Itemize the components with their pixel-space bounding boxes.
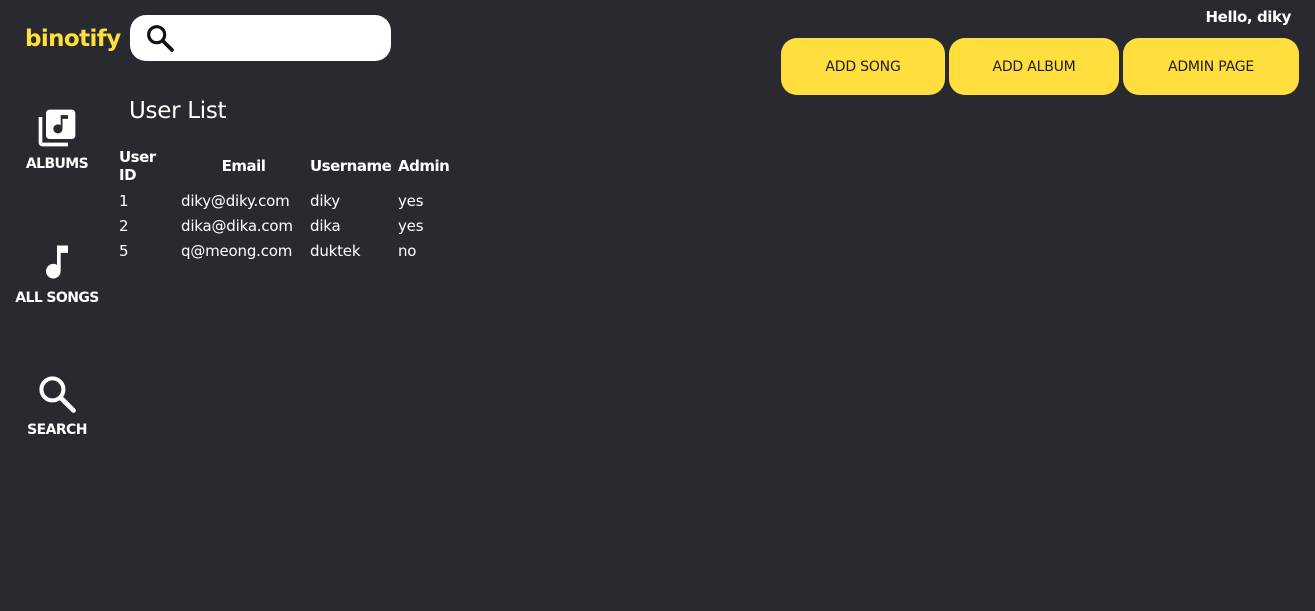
cell-admin: no (398, 242, 417, 260)
sidebar-item-search[interactable]: SEARCH (2, 372, 112, 438)
logo[interactable]: binotify (25, 26, 121, 52)
cell-username: diky (310, 192, 340, 210)
sidebar-item-label: ALBUMS (25, 156, 89, 172)
column-header-email: Email (221, 157, 266, 175)
column-header-admin: Admin (398, 157, 450, 175)
cell-admin: yes (398, 192, 424, 210)
cell-username: duktek (310, 242, 361, 260)
search-bar[interactable] (130, 15, 391, 61)
search-input[interactable] (182, 23, 378, 53)
cell-admin: yes (398, 217, 424, 235)
cell-username: dika (310, 217, 341, 235)
sidebar-item-label: SEARCH (27, 422, 87, 438)
table-row: 1 diky@diky.com diky yes (117, 189, 456, 214)
table-row: 2 dika@dika.com dika yes (117, 214, 456, 239)
cell-email: diky@diky.com (181, 192, 290, 210)
column-header-username: Username (310, 157, 392, 175)
user-greeting: Hello, diky (1205, 8, 1292, 26)
album-library-icon (38, 109, 76, 147)
column-header-user-id: User ID (119, 148, 156, 184)
cell-user-id: 1 (119, 192, 129, 210)
search-icon (147, 25, 174, 52)
table-header-row: User ID Email Username Admin (117, 146, 456, 189)
sidebar-item-label: ALL SONGS (15, 290, 99, 306)
add-song-button[interactable]: ADD SONG (781, 38, 945, 95)
cell-user-id: 2 (119, 217, 129, 235)
admin-page-button[interactable]: ADMIN PAGE (1123, 38, 1299, 95)
sidebar-item-albums[interactable]: ALBUMS (2, 106, 112, 172)
user-table: User ID Email Username Admin 1 diky@diky… (117, 146, 456, 264)
add-album-button[interactable]: ADD ALBUM (949, 38, 1119, 95)
page-title: User List (129, 98, 227, 124)
cell-user-id: 5 (119, 242, 129, 260)
sidebar-item-all-songs[interactable]: ALL SONGS (2, 240, 112, 306)
cell-email: q@meong.com (181, 242, 293, 260)
search-icon (39, 376, 76, 413)
cell-email: dika@dika.com (181, 217, 293, 235)
music-note-icon (46, 245, 68, 279)
table-row: 5 q@meong.com duktek no (117, 239, 456, 264)
